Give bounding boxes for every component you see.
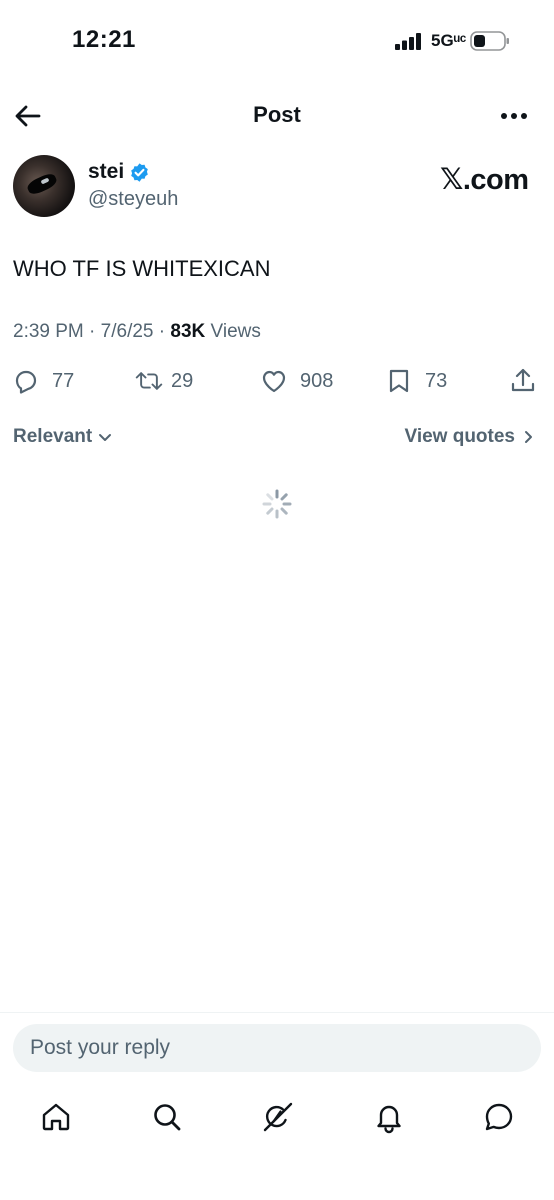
- post-header: Post: [0, 90, 554, 140]
- reply-icon: [15, 370, 37, 394]
- status-bar: 12:21 5Gᵘᶜ: [0, 0, 554, 80]
- post-text: WHO TF IS WHITEXICAN: [13, 256, 271, 281]
- verified-badge-icon: [131, 163, 148, 182]
- bookmark-count: 73: [425, 369, 448, 392]
- messages-icon[interactable]: [482, 1100, 516, 1134]
- heart-icon: [262, 370, 286, 393]
- chevron-right-icon: [525, 431, 532, 443]
- battery-icon: [470, 31, 509, 51]
- share-icon: [511, 368, 535, 392]
- avatar[interactable]: [13, 155, 75, 217]
- repost-count: 29: [171, 369, 194, 392]
- status-time: 12:21: [72, 26, 136, 53]
- loading-spinner-icon: [262, 489, 292, 519]
- author-name[interactable]: stei: [88, 160, 124, 184]
- bookmark-button[interactable]: 73: [385, 364, 447, 398]
- meta-separator: ·: [158, 321, 166, 342]
- sort-label: Relevant: [13, 426, 93, 447]
- view-quotes-link[interactable]: View quotes: [404, 426, 536, 448]
- search-icon[interactable]: [150, 1100, 184, 1134]
- bottom-tab-bar: [0, 1092, 554, 1142]
- bookmark-icon: [389, 369, 409, 393]
- grok-icon[interactable]: [261, 1100, 295, 1134]
- reply-input[interactable]: [13, 1024, 541, 1072]
- author-handle[interactable]: @steyeuh: [88, 188, 178, 211]
- share-button[interactable]: [509, 364, 537, 398]
- page-title: Post: [253, 102, 301, 127]
- chevron-down-icon: [99, 434, 112, 441]
- post-meta: 2:39 PM · 7/6/25 · 83K Views: [13, 321, 261, 343]
- post-actions: 77 29 908 73: [0, 364, 554, 398]
- reply-button[interactable]: 77: [12, 364, 74, 398]
- view-quotes-label: View quotes: [404, 426, 515, 447]
- sort-dropdown[interactable]: Relevant: [13, 426, 113, 448]
- post-date: 7/6/25: [100, 321, 154, 342]
- network-type: 5Gᵘᶜ: [431, 31, 467, 50]
- post-time: 2:39 PM: [13, 321, 84, 342]
- repost-icon: [135, 372, 163, 390]
- views-count[interactable]: 83K: [170, 321, 205, 342]
- reply-divider: [0, 1012, 554, 1013]
- notifications-icon[interactable]: [372, 1100, 406, 1134]
- x-com-watermark: 𝕏.com: [440, 164, 529, 196]
- repost-button[interactable]: 29: [135, 364, 193, 398]
- more-horizontal-icon[interactable]: [496, 100, 532, 132]
- home-icon[interactable]: [39, 1100, 73, 1134]
- meta-separator: ·: [89, 321, 96, 342]
- like-count: 908: [300, 369, 334, 392]
- replies-filter-row: Relevant View quotes: [0, 424, 554, 454]
- signal-bars-icon: [395, 33, 421, 50]
- reply-count: 77: [52, 369, 75, 392]
- views-label[interactable]: Views: [211, 321, 261, 342]
- like-button[interactable]: 908: [260, 364, 333, 398]
